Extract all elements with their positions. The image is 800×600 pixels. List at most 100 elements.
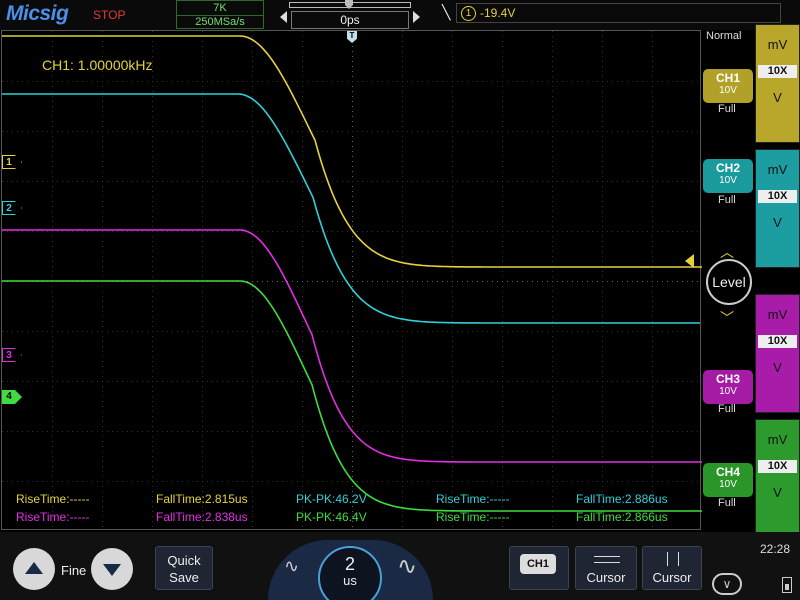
grid-dot — [227, 431, 228, 432]
grid-dot — [502, 61, 503, 62]
grid-dot — [617, 131, 618, 132]
ch3-probe[interactable]: 10X — [758, 335, 797, 348]
timebase-decrease-wave-icon[interactable]: ∿ — [284, 556, 299, 577]
grid-dot — [252, 421, 253, 422]
grid-dot — [302, 101, 303, 102]
grid-dot — [602, 351, 603, 352]
grid-dot — [697, 431, 698, 432]
grid-dot — [52, 241, 53, 242]
grid-dot — [537, 431, 538, 432]
trigger-info[interactable]: 1 -19.4V — [456, 3, 781, 23]
grid-dot — [302, 386, 303, 387]
grid-dot — [102, 476, 103, 477]
ch4-button[interactable]: CH4 10V — [703, 463, 753, 497]
ch1-unit-panel[interactable]: mV 10X V — [755, 24, 800, 143]
grid-dot — [682, 181, 683, 182]
grid-dot — [52, 276, 53, 277]
time-right-arrow-icon[interactable] — [413, 11, 420, 23]
ch3-button[interactable]: CH3 10V — [703, 370, 753, 404]
grid-dot — [592, 131, 593, 132]
ch2-unit-panel[interactable]: mV 10X V — [755, 149, 800, 268]
grid-dot — [542, 231, 543, 232]
grid-dot — [427, 331, 428, 332]
grid-dot — [232, 381, 233, 382]
grid-dot — [182, 181, 183, 182]
grid-dot — [152, 271, 153, 272]
grid-dot — [312, 481, 313, 482]
grid-dot — [132, 181, 133, 182]
fine-up-button[interactable] — [13, 548, 55, 590]
ch4-unit-bottom[interactable]: V — [756, 485, 799, 500]
grid-dot — [167, 81, 168, 82]
grid-dot — [152, 176, 153, 177]
trigger-mode[interactable]: Normal — [706, 30, 741, 42]
grid-dot — [377, 81, 378, 82]
ch2-probe[interactable]: 10X — [758, 190, 797, 203]
time-scroll-bar[interactable] — [289, 0, 411, 9]
level-down-chevron-icon[interactable]: ﹀ — [720, 308, 734, 328]
ch1-probe[interactable]: 10X — [758, 65, 797, 78]
time-left-arrow-icon[interactable] — [280, 11, 287, 23]
grid-dot — [552, 96, 553, 97]
trigger-level-knob[interactable]: Level — [706, 259, 752, 305]
fine-label[interactable]: Fine — [61, 563, 86, 578]
ch3-unit-panel[interactable]: mV 10X V — [755, 294, 800, 413]
vertical-cursor-button[interactable]: Cursor — [642, 546, 702, 590]
grid-dot — [642, 281, 643, 282]
grid-dot — [452, 476, 453, 477]
ch1-button[interactable]: CH1 10V — [703, 69, 753, 103]
grid-dot — [152, 406, 153, 407]
horizontal-position-control[interactable]: 0ps — [279, 0, 421, 30]
ch4-unit-top[interactable]: mV — [756, 432, 799, 447]
grid-dot — [602, 156, 603, 157]
acquisition-info[interactable]: 7K 250MSa/s — [176, 0, 264, 29]
run-stop-status[interactable]: STOP — [93, 8, 125, 22]
grid-dot — [452, 406, 453, 407]
grid-dot — [602, 526, 603, 527]
waveform-display[interactable]: CH1: 1.00000kHz T 1 2 3 4 RiseTime:-----… — [1, 30, 702, 530]
grid-dot — [137, 481, 138, 482]
ch2-unit-top[interactable]: mV — [756, 162, 799, 177]
grid-dot — [152, 216, 153, 217]
grid-dot — [207, 331, 208, 332]
expand-menu-chevron-icon[interactable]: ∨ — [712, 573, 742, 595]
ch4-probe[interactable]: 10X — [758, 460, 797, 473]
grid-dot — [667, 431, 668, 432]
ch1-unit-top[interactable]: mV — [756, 37, 799, 52]
grid-dot — [102, 181, 103, 182]
fine-down-button[interactable] — [91, 548, 133, 590]
ch2-unit-bottom[interactable]: V — [756, 215, 799, 230]
grid-dot — [162, 481, 163, 482]
horizontal-cursor-button[interactable]: Cursor — [575, 546, 637, 590]
channel-menu-button[interactable]: CH1 — [509, 546, 569, 590]
ch4-unit-panel[interactable]: mV 10X V — [755, 419, 800, 538]
ch3-unit-bottom[interactable]: V — [756, 360, 799, 375]
grid-dot — [452, 331, 453, 332]
grid-dot — [552, 76, 553, 77]
timebase-display[interactable]: 2 us — [318, 546, 382, 600]
trigger-level-arrow-icon[interactable] — [685, 254, 694, 268]
grid-dot — [377, 381, 378, 382]
grid-dot — [352, 206, 353, 207]
grid-dot — [272, 381, 273, 382]
grid-dot — [342, 231, 343, 232]
grid-dot — [677, 331, 678, 332]
grid-dot — [552, 151, 553, 152]
ch1-unit-bottom[interactable]: V — [756, 90, 799, 105]
grid-dot — [252, 266, 253, 267]
grid-dot — [592, 231, 593, 232]
ch3-unit-top[interactable]: mV — [756, 307, 799, 322]
grid-dot — [452, 306, 453, 307]
grid-dot — [152, 106, 153, 107]
time-offset-display[interactable]: 0ps — [291, 11, 409, 29]
grid-dot — [252, 161, 253, 162]
grid-dot — [222, 181, 223, 182]
grid-dot — [402, 41, 403, 42]
grid-dot — [662, 381, 663, 382]
timebase-increase-wave-icon[interactable]: ∿ — [397, 552, 417, 581]
quick-save-button[interactable]: Quick Save — [155, 546, 213, 590]
grid-dot — [497, 331, 498, 332]
ch2-button[interactable]: CH2 10V — [703, 159, 753, 193]
grid-dot — [317, 331, 318, 332]
grid-dot — [417, 231, 418, 232]
